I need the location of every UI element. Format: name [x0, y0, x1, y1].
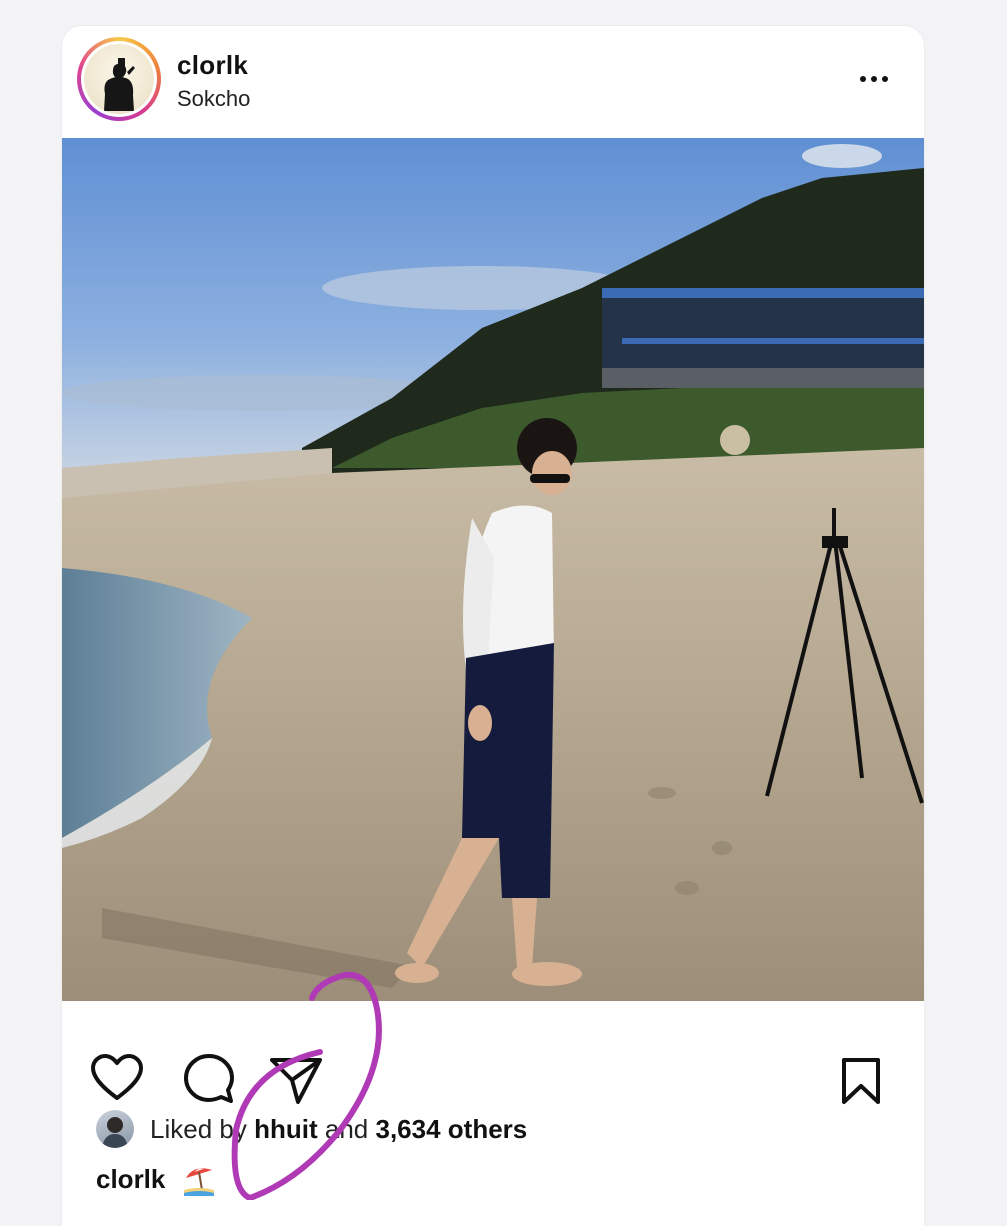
- likes-summary[interactable]: Liked by hhuit and 3,634 others: [96, 1110, 876, 1150]
- liked-by-text: Liked by hhuit and 3,634 others: [150, 1114, 527, 1145]
- liked-others-word[interactable]: others: [448, 1114, 527, 1144]
- more-options-button[interactable]: [852, 64, 896, 94]
- username[interactable]: clorlk: [177, 50, 248, 81]
- dot-icon: [871, 76, 877, 82]
- comment-button[interactable]: [182, 1054, 234, 1104]
- post-card: clorlk Sokcho Liked by hhuit and 3,634 o…: [62, 26, 924, 1226]
- heart-icon: [91, 1054, 143, 1100]
- profile-avatar: [84, 44, 154, 114]
- share-button[interactable]: [270, 1056, 322, 1104]
- location[interactable]: Sokcho: [177, 86, 250, 112]
- story-ring[interactable]: [77, 37, 161, 121]
- liked-prefix: Liked: [150, 1114, 213, 1144]
- dot-icon: [860, 76, 866, 82]
- beach-umbrella-icon: [182, 1162, 216, 1201]
- liker-avatar: [96, 1110, 134, 1148]
- liked-and-word: and: [324, 1114, 369, 1144]
- post-header: clorlk Sokcho: [62, 26, 924, 138]
- like-button[interactable]: [90, 1053, 144, 1103]
- liked-by-word: by: [219, 1114, 247, 1144]
- bookmark-icon: [842, 1058, 880, 1104]
- likes-count[interactable]: 3,634: [375, 1114, 440, 1144]
- post-photo[interactable]: [62, 138, 924, 1001]
- save-button[interactable]: [840, 1057, 882, 1105]
- caption-username[interactable]: clorlk: [96, 1164, 165, 1195]
- send-icon: [270, 1058, 322, 1104]
- dot-icon: [882, 76, 888, 82]
- comment-icon: [184, 1054, 234, 1103]
- action-bar: [62, 1001, 924, 1104]
- liker-username[interactable]: hhuit: [254, 1114, 318, 1144]
